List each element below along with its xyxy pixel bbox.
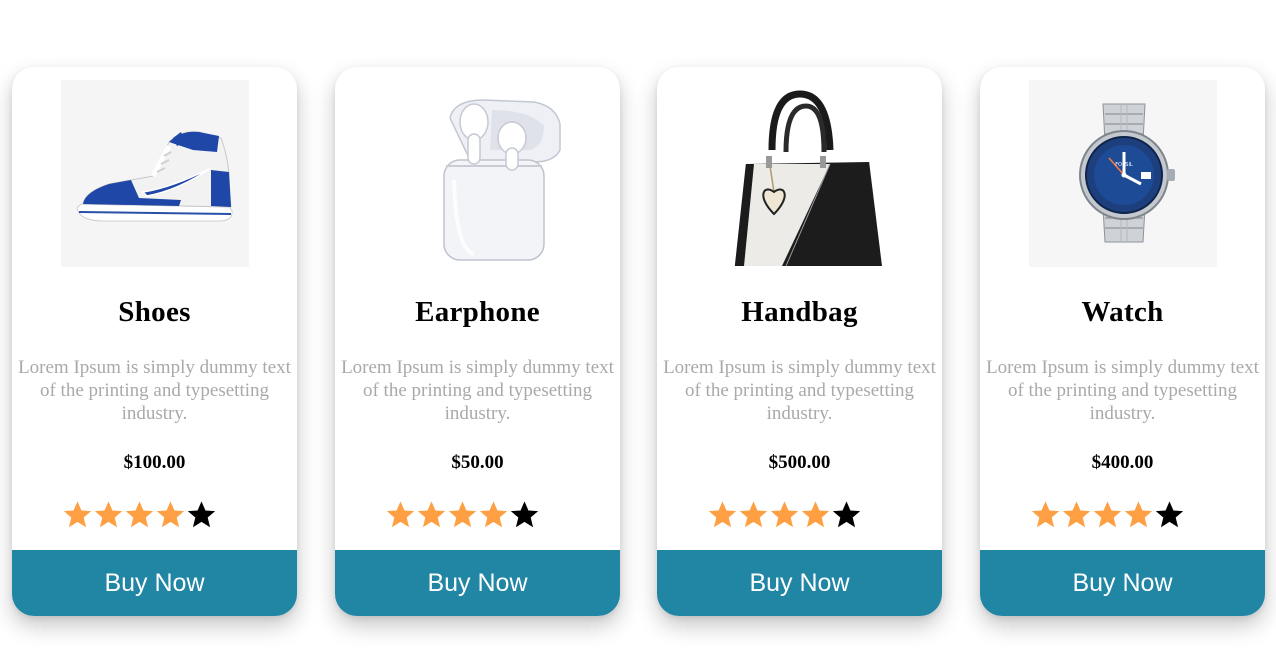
star-empty-icon <box>187 501 216 528</box>
rating-stars <box>707 498 862 532</box>
product-title: Handbag <box>741 296 858 328</box>
product-description: Lorem Ipsum is simply dummy text of the … <box>341 357 614 424</box>
rating-stars <box>1030 498 1185 532</box>
star-filled-icon <box>770 501 799 528</box>
product-title: Watch <box>1081 296 1164 328</box>
star-filled-icon <box>1031 501 1060 528</box>
buy-now-button[interactable]: Buy Now <box>980 550 1265 616</box>
product-price: $400.00 <box>1091 452 1154 473</box>
rating-stars <box>385 498 540 532</box>
star-filled-icon <box>125 501 154 528</box>
star-filled-icon <box>448 501 477 528</box>
star-filled-icon <box>417 501 446 528</box>
earphones-image <box>384 80 572 267</box>
star-filled-icon <box>386 501 415 528</box>
star-filled-icon <box>801 501 830 528</box>
product-card-handbag: Handbag Lorem Ipsum is simply dummy text… <box>657 67 942 616</box>
star-filled-icon <box>1093 501 1122 528</box>
product-description: Lorem Ipsum is simply dummy text of the … <box>18 357 291 424</box>
product-description: Lorem Ipsum is simply dummy text of the … <box>986 357 1259 424</box>
star-filled-icon <box>94 501 123 528</box>
watch-image: FOSSIL <box>1029 80 1217 267</box>
product-card-earphone: Earphone Lorem Ipsum is simply dummy tex… <box>335 67 620 616</box>
star-empty-icon <box>1155 501 1184 528</box>
star-empty-icon <box>510 501 539 528</box>
star-filled-icon <box>1062 501 1091 528</box>
buy-now-button[interactable]: Buy Now <box>12 550 297 616</box>
product-price: $100.00 <box>123 452 186 473</box>
rating-stars <box>62 498 217 532</box>
star-filled-icon <box>479 501 508 528</box>
product-price: $500.00 <box>768 452 831 473</box>
star-filled-icon <box>1124 501 1153 528</box>
product-title: Shoes <box>118 296 191 328</box>
star-filled-icon <box>156 501 185 528</box>
svg-text:FOSSIL: FOSSIL <box>1115 162 1133 168</box>
product-description: Lorem Ipsum is simply dummy text of the … <box>663 357 936 424</box>
product-title: Earphone <box>415 296 540 328</box>
sneaker-image <box>61 80 249 267</box>
star-filled-icon <box>739 501 768 528</box>
product-card-shoes: Shoes Lorem Ipsum is simply dummy text o… <box>12 67 297 616</box>
buy-now-button[interactable]: Buy Now <box>335 550 620 616</box>
handbag-image <box>706 80 894 267</box>
star-filled-icon <box>63 501 92 528</box>
product-price: $50.00 <box>451 452 504 473</box>
product-card-list: Shoes Lorem Ipsum is simply dummy text o… <box>0 0 1276 672</box>
product-card-watch: FOSSIL Watch Lorem Ipsum is simply dummy… <box>980 67 1265 616</box>
buy-now-button[interactable]: Buy Now <box>657 550 942 616</box>
star-filled-icon <box>708 501 737 528</box>
star-empty-icon <box>832 501 861 528</box>
